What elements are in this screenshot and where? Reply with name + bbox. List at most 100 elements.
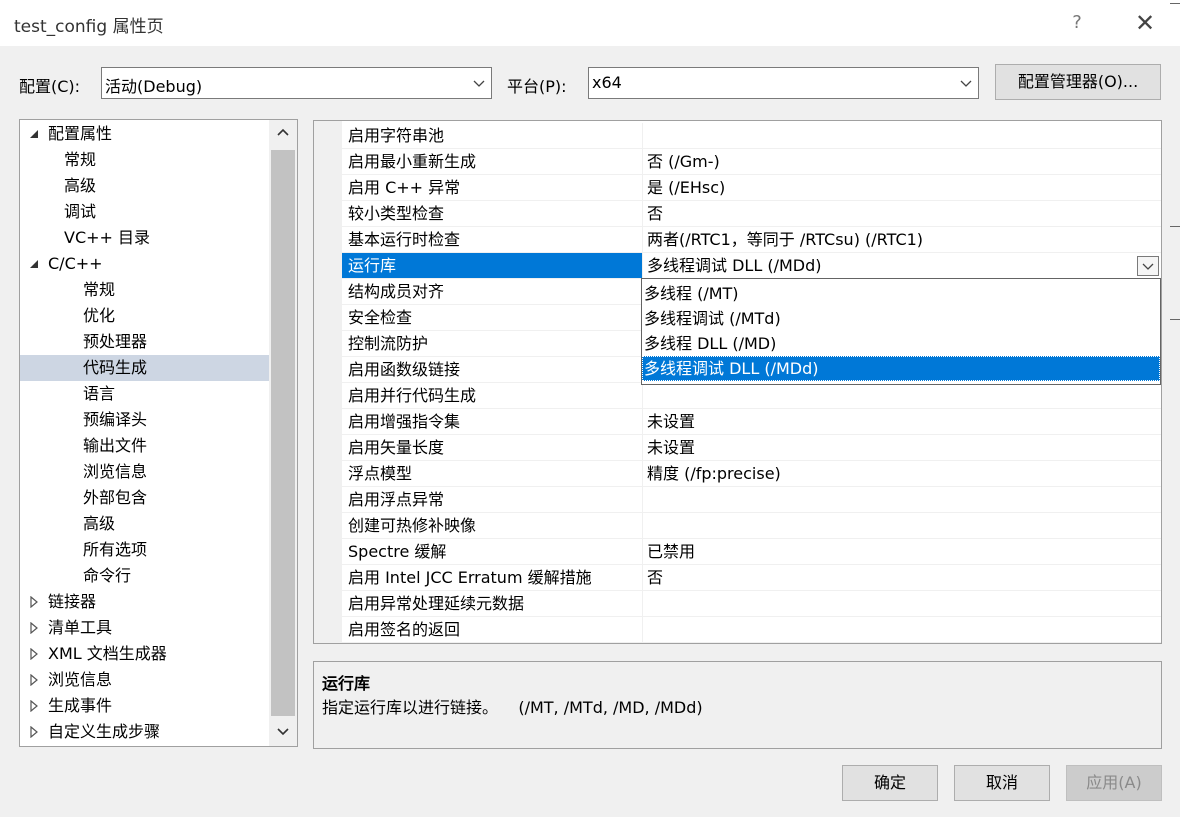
tree-item[interactable]: 所有选项 (20, 537, 270, 563)
property-value[interactable]: 否 (647, 201, 663, 227)
column-divider (642, 227, 643, 253)
property-value[interactable]: 两者(/RTC1，等同于 /RTCsu) (/RTC1) (647, 227, 923, 253)
tree-item[interactable]: 浏览信息 (20, 667, 270, 693)
platform-value: x64 (592, 73, 622, 92)
help-button[interactable]: ? (1064, 10, 1090, 36)
property-value[interactable]: 未设置 (647, 435, 695, 461)
property-row[interactable]: 启用矢量长度 未设置 (342, 435, 1161, 461)
property-row[interactable]: 启用签名的返回 (342, 617, 1161, 643)
property-name: 较小类型检查 (348, 204, 445, 223)
property-value[interactable]: 未设置 (647, 409, 695, 435)
apply-button[interactable]: 应用(A) (1066, 765, 1162, 801)
dropdown-option[interactable]: 多线程 (/MT) (642, 281, 1160, 306)
tree-item[interactable]: C/C++ (20, 251, 270, 277)
tree-item[interactable]: 配置属性 (20, 121, 270, 147)
ok-button[interactable]: 确定 (842, 765, 938, 801)
config-manager-button[interactable]: 配置管理器(O)... (995, 64, 1161, 100)
close-button[interactable]: ✕ (1128, 8, 1162, 38)
property-row[interactable]: 创建可热修补映像 (342, 513, 1161, 539)
property-row[interactable]: 启用增强指令集 未设置 (342, 409, 1161, 435)
tree-item[interactable]: 调试 (20, 199, 270, 225)
tree-scrollbar[interactable] (269, 120, 297, 746)
collapsed-triangle-icon[interactable] (28, 726, 40, 738)
tree-item[interactable]: 输出文件 (20, 433, 270, 459)
property-name: 基本运行时检查 (348, 230, 461, 249)
tree-item-label: 链接器 (48, 592, 97, 611)
column-divider (642, 565, 643, 591)
property-name: 启用函数级链接 (348, 360, 461, 379)
property-row[interactable]: 运行库 多线程调试 DLL (/MDd) (342, 253, 1161, 279)
tree-item[interactable]: 清单工具 (20, 615, 270, 641)
column-divider (642, 487, 643, 513)
property-row[interactable]: 启用最小重新生成 否 (/Gm-) (342, 149, 1161, 175)
tree-item[interactable]: 链接器 (20, 589, 270, 615)
chevron-up-icon[interactable] (276, 126, 290, 140)
tree-item[interactable]: VC++ 目录 (20, 225, 270, 251)
property-value[interactable]: 否 (/Gm-) (647, 149, 720, 175)
tree-item-label: 外部包含 (83, 488, 148, 507)
collapsed-triangle-icon[interactable] (28, 648, 40, 660)
column-divider (642, 539, 643, 565)
dropdown-option[interactable]: 多线程调试 DLL (/MDd) (642, 356, 1160, 381)
property-name: 启用字符串池 (348, 126, 445, 145)
chevron-down-icon[interactable] (276, 724, 290, 738)
collapsed-triangle-icon[interactable] (28, 596, 40, 608)
property-row[interactable]: 启用并行代码生成 (342, 383, 1161, 409)
column-divider (642, 409, 643, 435)
tree-item-label: 高级 (64, 176, 97, 195)
tree-item[interactable]: 高级 (20, 511, 270, 537)
description-pane: 运行库 指定运行库以进行链接。 (/MT, /MTd, /MD, /MDd) (313, 661, 1162, 749)
collapsed-triangle-icon[interactable] (28, 700, 40, 712)
category-tree[interactable]: 配置属性 常规 高级 调试 VC++ 目录 C/C++ 常规 优化 预处理器 代码生成 语言 预编译头… (19, 119, 298, 747)
tree-item[interactable]: 高级 (20, 173, 270, 199)
property-row[interactable]: 启用浮点异常 (342, 487, 1161, 513)
tree-item-label: 常规 (64, 150, 97, 169)
tree-scroll-thumb[interactable] (271, 150, 295, 716)
tree-item[interactable]: 常规 (20, 277, 270, 303)
tree-item[interactable]: 外部包含 (20, 485, 270, 511)
property-name: 启用签名的返回 (348, 620, 461, 639)
cancel-button[interactable]: 取消 (954, 765, 1050, 801)
chevron-down-icon (473, 80, 485, 87)
tree-item[interactable]: 代码生成 (20, 355, 270, 381)
tree-item-label: 所有选项 (83, 540, 148, 559)
collapsed-triangle-icon[interactable] (28, 674, 40, 686)
tree-item[interactable]: 优化 (20, 303, 270, 329)
background-edge-mark (1170, 3, 1180, 4)
property-row[interactable]: 启用 C++ 异常 是 (/EHsc) (342, 175, 1161, 201)
config-combo[interactable]: 活动(Debug) (101, 67, 492, 99)
expanded-triangle-icon[interactable] (28, 258, 40, 270)
tree-item[interactable]: XML 文档生成器 (20, 641, 270, 667)
property-row[interactable]: 启用异常处理延续元数据 (342, 591, 1161, 617)
tree-item[interactable]: 预编译头 (20, 407, 270, 433)
property-row[interactable]: Spectre 缓解 已禁用 (342, 539, 1161, 565)
property-value[interactable]: 是 (/EHsc) (647, 175, 725, 201)
property-value[interactable]: 已禁用 (647, 539, 695, 565)
dropdown-option[interactable]: 多线程调试 (/MTd) (642, 306, 1160, 331)
tree-item[interactable]: 语言 (20, 381, 270, 407)
column-divider (642, 591, 643, 617)
collapsed-triangle-icon[interactable] (28, 622, 40, 634)
tree-item[interactable]: 自定义生成步骤 (20, 719, 270, 745)
property-value[interactable]: 多线程调试 DLL (/MDd) (647, 253, 821, 279)
dropdown-option[interactable]: 多线程 DLL (/MD) (642, 331, 1160, 356)
tree-item[interactable]: 浏览信息 (20, 459, 270, 485)
tree-item[interactable]: 常规 (20, 147, 270, 173)
platform-combo[interactable]: x64 (588, 67, 979, 99)
tree-item-label: 生成事件 (48, 696, 113, 715)
property-row[interactable]: 浮点模型 精度 (/fp:precise) (342, 461, 1161, 487)
tree-item-label: 配置属性 (48, 124, 113, 143)
tree-item[interactable]: 预处理器 (20, 329, 270, 355)
property-row[interactable]: 启用 Intel JCC Erratum 缓解措施 否 (342, 565, 1161, 591)
property-row[interactable]: 较小类型检查 否 (342, 201, 1161, 227)
value-dropdown-button[interactable] (1137, 256, 1159, 276)
tree-item[interactable]: 命令行 (20, 563, 270, 589)
expanded-triangle-icon[interactable] (28, 128, 40, 140)
runtime-library-dropdown-list[interactable]: 多线程 (/MT) 多线程调试 (/MTd) 多线程 DLL (/MD) 多线程调试 … (641, 278, 1161, 385)
tree-item[interactable]: 生成事件 (20, 693, 270, 719)
property-row[interactable]: 启用字符串池 (342, 123, 1161, 149)
property-row[interactable]: 基本运行时检查 两者(/RTC1，等同于 /RTCsu) (/RTC1) (342, 227, 1161, 253)
tree-item-label: 常规 (83, 280, 116, 299)
property-value[interactable]: 精度 (/fp:precise) (647, 461, 781, 487)
property-value[interactable]: 否 (647, 565, 663, 591)
